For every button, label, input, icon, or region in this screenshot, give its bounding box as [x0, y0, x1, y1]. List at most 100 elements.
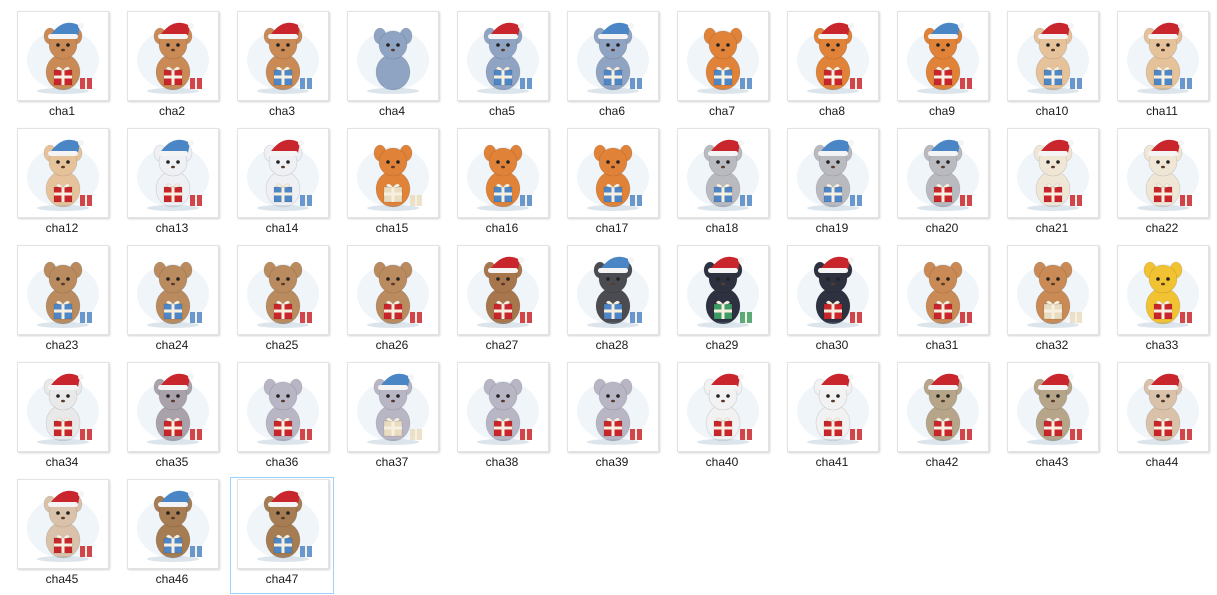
file-thumbnail[interactable] — [17, 11, 109, 101]
file-thumbnail[interactable] — [1007, 245, 1099, 335]
file-item[interactable]: cha23 — [10, 243, 114, 360]
file-item[interactable]: cha30 — [780, 243, 884, 360]
file-thumbnail[interactable] — [567, 128, 659, 218]
file-thumbnail[interactable] — [567, 11, 659, 101]
file-item[interactable]: cha34 — [10, 360, 114, 477]
file-thumbnail[interactable] — [237, 362, 329, 452]
file-thumbnail[interactable] — [457, 11, 549, 101]
file-item[interactable]: cha31 — [890, 243, 994, 360]
file-thumbnail[interactable] — [897, 362, 989, 452]
file-item[interactable]: cha10 — [1000, 9, 1104, 126]
file-item[interactable]: cha3 — [230, 9, 334, 126]
file-thumbnail[interactable] — [347, 362, 439, 452]
file-thumbnail[interactable] — [17, 128, 109, 218]
panda-illustration-icon — [687, 373, 759, 445]
file-item[interactable]: cha43 — [1000, 360, 1104, 477]
file-item[interactable]: cha15 — [340, 126, 444, 243]
file-item[interactable]: cha28 — [560, 243, 664, 360]
file-item[interactable]: cha33 — [1110, 243, 1214, 360]
file-thumbnail[interactable] — [897, 128, 989, 218]
file-item[interactable]: cha18 — [670, 126, 774, 243]
file-thumbnail[interactable] — [677, 362, 769, 452]
file-item[interactable]: cha14 — [230, 126, 334, 243]
file-name-label: cha12 — [45, 221, 79, 235]
file-item[interactable]: cha1 — [10, 9, 114, 126]
fox-illustration-icon — [907, 22, 979, 94]
file-item[interactable]: cha5 — [450, 9, 554, 126]
file-thumbnail[interactable] — [677, 11, 769, 101]
file-item[interactable]: cha12 — [10, 126, 114, 243]
file-thumbnail[interactable] — [237, 11, 329, 101]
file-item[interactable]: cha9 — [890, 9, 994, 126]
file-thumbnail[interactable] — [127, 362, 219, 452]
file-thumbnail[interactable] — [787, 245, 879, 335]
file-thumbnail[interactable] — [17, 479, 109, 569]
file-thumbnail[interactable] — [127, 245, 219, 335]
file-thumbnail[interactable] — [677, 128, 769, 218]
file-item[interactable]: cha4 — [340, 9, 444, 126]
file-name-label: cha42 — [925, 455, 959, 469]
file-thumbnail[interactable] — [237, 245, 329, 335]
file-thumbnail[interactable] — [787, 362, 879, 452]
file-item[interactable]: cha13 — [120, 126, 224, 243]
file-item[interactable]: cha16 — [450, 126, 554, 243]
file-thumbnail[interactable] — [897, 11, 989, 101]
file-item[interactable]: cha26 — [340, 243, 444, 360]
file-item[interactable]: cha46 — [120, 477, 224, 594]
file-thumbnail[interactable] — [1117, 245, 1209, 335]
file-thumbnail[interactable] — [127, 479, 219, 569]
file-thumbnail[interactable] — [347, 245, 439, 335]
file-item[interactable]: cha44 — [1110, 360, 1214, 477]
file-thumbnail[interactable] — [17, 245, 109, 335]
file-thumbnail[interactable] — [1007, 362, 1099, 452]
file-name-label: cha36 — [265, 455, 299, 469]
file-thumbnail[interactable] — [127, 11, 219, 101]
file-item[interactable]: cha37 — [340, 360, 444, 477]
file-thumbnail[interactable] — [1117, 362, 1209, 452]
file-item[interactable]: cha40 — [670, 360, 774, 477]
file-thumbnail[interactable] — [1117, 128, 1209, 218]
file-item[interactable]: cha41 — [780, 360, 884, 477]
file-name-label: cha6 — [598, 104, 626, 118]
file-item[interactable]: cha35 — [120, 360, 224, 477]
file-item[interactable]: cha29 — [670, 243, 774, 360]
file-thumbnail[interactable] — [1007, 128, 1099, 218]
file-item[interactable]: cha2 — [120, 9, 224, 126]
file-thumbnail[interactable] — [347, 11, 439, 101]
file-thumbnail[interactable] — [787, 11, 879, 101]
file-item[interactable]: cha25 — [230, 243, 334, 360]
file-thumbnail[interactable] — [567, 245, 659, 335]
file-item[interactable]: cha36 — [230, 360, 334, 477]
file-item[interactable]: cha38 — [450, 360, 554, 477]
file-item[interactable]: cha19 — [780, 126, 884, 243]
file-item[interactable]: cha20 — [890, 126, 994, 243]
file-thumbnail[interactable] — [237, 479, 329, 569]
file-item[interactable]: cha47 — [230, 477, 334, 594]
file-item[interactable]: cha27 — [450, 243, 554, 360]
file-item[interactable]: cha6 — [560, 9, 664, 126]
file-item[interactable]: cha32 — [1000, 243, 1104, 360]
file-item[interactable]: cha7 — [670, 9, 774, 126]
file-thumbnail[interactable] — [457, 362, 549, 452]
file-item[interactable]: cha11 — [1110, 9, 1214, 126]
file-item[interactable]: cha21 — [1000, 126, 1104, 243]
file-thumbnail[interactable] — [787, 128, 879, 218]
file-thumbnail[interactable] — [457, 245, 549, 335]
file-item[interactable]: cha39 — [560, 360, 664, 477]
file-thumbnail[interactable] — [237, 128, 329, 218]
file-thumbnail[interactable] — [677, 245, 769, 335]
file-thumbnail[interactable] — [127, 128, 219, 218]
file-thumbnail[interactable] — [347, 128, 439, 218]
file-item[interactable]: cha17 — [560, 126, 664, 243]
file-item[interactable]: cha24 — [120, 243, 224, 360]
file-thumbnail[interactable] — [457, 128, 549, 218]
file-thumbnail[interactable] — [17, 362, 109, 452]
file-item[interactable]: cha22 — [1110, 126, 1214, 243]
file-thumbnail[interactable] — [567, 362, 659, 452]
file-item[interactable]: cha45 — [10, 477, 114, 594]
file-thumbnail[interactable] — [1117, 11, 1209, 101]
file-thumbnail[interactable] — [1007, 11, 1099, 101]
file-item[interactable]: cha8 — [780, 9, 884, 126]
file-thumbnail[interactable] — [897, 245, 989, 335]
file-item[interactable]: cha42 — [890, 360, 994, 477]
